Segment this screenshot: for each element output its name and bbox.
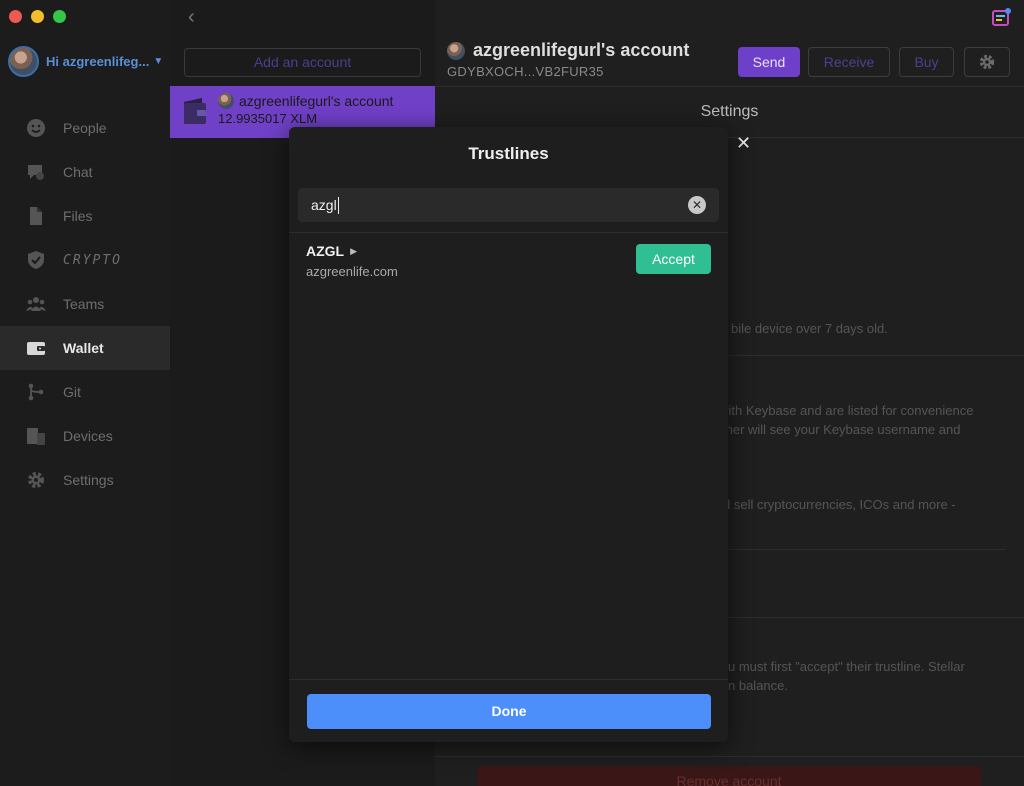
account-address[interactable]: GDYBXOCH...VB2FUR35 <box>447 64 689 79</box>
app-window: Hi azgreenlifeg... ▼ People Chat Files C… <box>0 0 1024 786</box>
account-title: azgreenlifegurl's account <box>473 40 690 60</box>
modal-title: Trustlines <box>468 144 549 163</box>
account-info: azgreenlifegurl's account 12.9935017 XLM <box>218 93 393 126</box>
search-input[interactable]: azgl <box>311 197 337 213</box>
remove-account-button[interactable]: Remove account <box>477 766 981 786</box>
asset-code: AZGL <box>306 243 345 259</box>
sidebar-item-crypto[interactable]: CRYPTO <box>0 238 170 282</box>
chevron-down-icon: ▼ <box>153 55 164 67</box>
add-account-button[interactable]: Add an account <box>184 48 421 77</box>
sidebar: Hi azgreenlifeg... ▼ People Chat Files C… <box>0 0 170 786</box>
text-caret <box>337 196 339 214</box>
sidebar-item-files[interactable]: Files <box>0 194 170 238</box>
accept-button[interactable]: Accept <box>636 244 711 274</box>
settings-text: bile device over 7 days old. <box>731 321 888 336</box>
wallet-icon <box>26 338 46 358</box>
settings-title: Settings <box>700 103 759 120</box>
list-item[interactable]: AZGL ▶ azgreenlife.com Accept <box>289 234 728 286</box>
shield-icon <box>26 250 46 270</box>
people-icon <box>26 118 46 138</box>
avatar <box>218 93 234 109</box>
close-window-button[interactable] <box>9 10 22 23</box>
asset-domain: azgreenlife.com <box>306 264 398 279</box>
account-name: azgreenlifegurl's account <box>239 93 394 109</box>
trustlines-modal: Trustlines azgl ✕ AZGL ▶ azgreenlife.com… <box>289 127 728 742</box>
avatar <box>8 45 39 77</box>
teams-icon <box>26 294 46 314</box>
divider <box>435 86 1024 87</box>
app-notification-icon[interactable] <box>992 8 1012 26</box>
search-box[interactable]: azgl ✕ <box>298 188 719 222</box>
sidebar-item-devices[interactable]: Devices <box>0 414 170 458</box>
sidebar-item-git[interactable]: Git <box>0 370 170 414</box>
sidebar-item-people[interactable]: People <box>0 106 170 150</box>
user-greeting: Hi azgreenlifeg... <box>46 53 150 69</box>
sidebar-item-label: Git <box>63 384 81 400</box>
sidebar-item-settings[interactable]: Settings <box>0 458 170 502</box>
account-balance: 12.9935017 XLM <box>218 111 318 126</box>
files-icon <box>26 206 46 226</box>
gear-icon <box>979 54 995 70</box>
back-arrow-icon[interactable]: ‹ <box>188 6 195 29</box>
divider <box>289 232 728 233</box>
avatar <box>447 41 465 60</box>
settings-text: vith Keybase and are listed for convenie… <box>722 403 974 418</box>
git-icon <box>26 382 46 402</box>
account-header: azgreenlifegurl's account GDYBXOCH...VB2… <box>447 40 689 79</box>
gear-icon <box>26 470 46 490</box>
minimize-window-button[interactable] <box>31 10 44 23</box>
expand-arrow-icon[interactable]: ▶ <box>350 246 357 257</box>
receive-button[interactable]: Receive <box>808 47 890 77</box>
divider <box>289 679 728 680</box>
account-settings-button[interactable] <box>964 47 1010 77</box>
settings-text: tner will see your Keybase username and <box>722 422 961 437</box>
buy-button[interactable]: Buy <box>899 47 954 77</box>
divider <box>728 549 1006 550</box>
sidebar-item-label: Devices <box>63 428 113 444</box>
sidebar-item-label: Teams <box>63 296 105 312</box>
sidebar-item-wallet[interactable]: Wallet <box>0 326 170 370</box>
sidebar-item-label: Settings <box>63 472 114 488</box>
settings-text: u must first "accept" their trustline. S… <box>728 659 965 674</box>
clear-search-icon[interactable]: ✕ <box>688 196 706 214</box>
settings-text: n balance. <box>728 678 788 693</box>
devices-icon <box>26 426 46 446</box>
divider <box>435 756 1024 757</box>
settings-text: d sell cryptocurrencies, ICOs and more - <box>723 497 956 512</box>
sidebar-item-label: Files <box>63 208 93 224</box>
zoom-window-button[interactable] <box>53 10 66 23</box>
done-button[interactable]: Done <box>307 694 711 729</box>
send-button[interactable]: Send <box>738 47 800 77</box>
sidebar-item-teams[interactable]: Teams <box>0 282 170 326</box>
user-menu[interactable]: Hi azgreenlifeg... ▼ <box>8 45 168 77</box>
chat-icon <box>26 162 46 182</box>
sidebar-item-chat[interactable]: Chat <box>0 150 170 194</box>
sidebar-item-label: People <box>63 120 107 136</box>
sidebar-item-label: Chat <box>63 164 93 180</box>
sidebar-item-label: CRYPTO <box>63 252 122 268</box>
sidebar-item-label: Wallet <box>63 340 104 356</box>
wallet-icon <box>184 98 206 124</box>
close-icon[interactable]: ✕ <box>736 133 751 154</box>
